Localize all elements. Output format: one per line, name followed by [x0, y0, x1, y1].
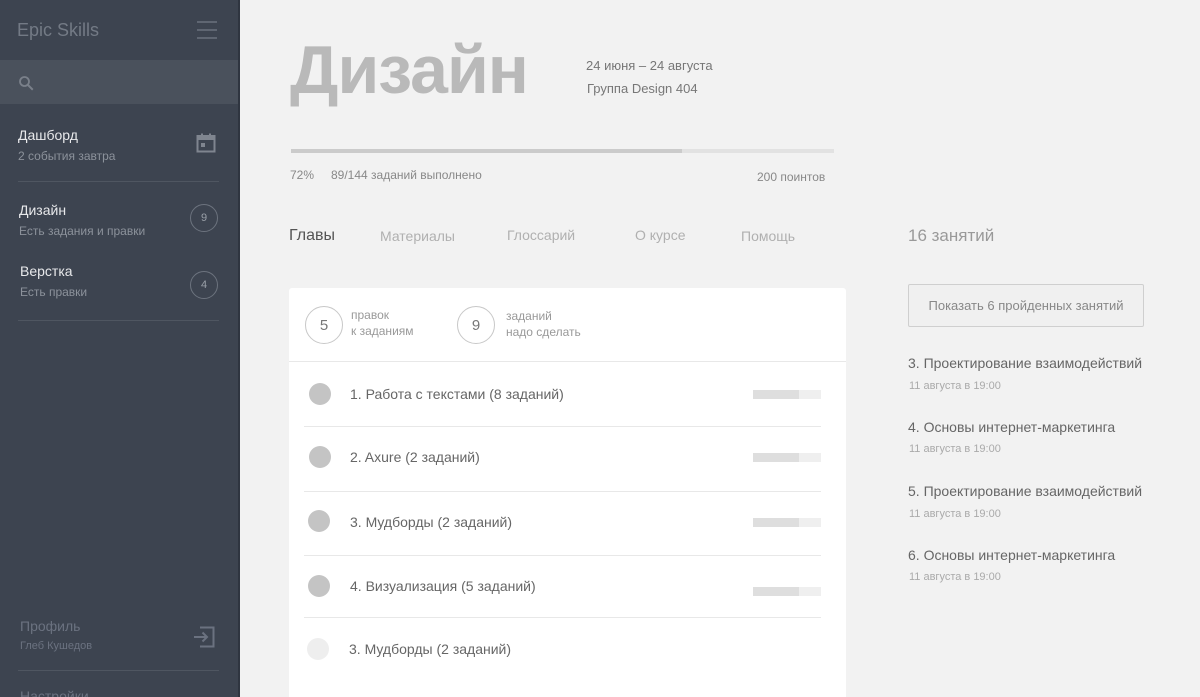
- lessons-count: 16 занятий: [908, 226, 995, 245]
- calendar-icon[interactable]: [196, 133, 216, 153]
- settings-link[interactable]: Настройки: [20, 688, 89, 697]
- chapter-row[interactable]: 4. Визуализация (5 заданий): [289, 556, 846, 620]
- chapter-row[interactable]: 1. Работа с текстами (8 заданий): [289, 362, 846, 426]
- divider: [18, 320, 219, 321]
- chapters-card: 5 правок к заданиям 9 заданий надо сдела…: [289, 288, 846, 697]
- tab-about[interactable]: О курсе: [635, 227, 685, 243]
- chapter-title: 3. Мудборды (2 заданий): [350, 514, 513, 530]
- chapter-status-icon: [308, 575, 330, 597]
- chapter-status-icon: [307, 638, 329, 660]
- stat-label: правок: [351, 308, 390, 322]
- tab-chapters[interactable]: Главы: [289, 227, 335, 245]
- sidebar-item-subtitle: 2 события завтра: [18, 149, 116, 163]
- sidebar-item-title: Дашборд: [18, 127, 78, 143]
- brand-logo: Epic Skills: [17, 20, 100, 40]
- progress-percent: 72%: [290, 168, 315, 182]
- chapter-title: 1. Работа с текстами (8 заданий): [350, 386, 564, 402]
- course-dates: 24 июня – 24 августа: [586, 58, 713, 73]
- lesson-title[interactable]: 6. Основы интернет-маркетинга: [908, 547, 1115, 563]
- chapter-status-icon: [308, 510, 330, 532]
- profile-link[interactable]: Профиль: [20, 618, 80, 634]
- show-completed-button[interactable]: Показать 6 пройденных занятий: [908, 284, 1144, 327]
- sidebar-item-title: Дизайн: [19, 202, 67, 218]
- chapter-progress: [753, 390, 821, 399]
- points: 200 поинтов: [757, 170, 826, 184]
- chapter-progress: [753, 518, 821, 527]
- chapter-progress-fill: [753, 390, 800, 399]
- sidebar: Epic Skills Дашборд 2 события завтра Диз…: [0, 0, 238, 697]
- divider: [18, 670, 219, 671]
- chapter-row[interactable]: 3. Мудборды (2 заданий): [289, 492, 846, 556]
- sidebar-item-subtitle: Есть задания и правки: [19, 224, 146, 238]
- lesson-title[interactable]: 5. Проектирование взаимодействий: [908, 483, 1142, 499]
- chapter-status-icon: [309, 446, 331, 468]
- badge-count: 4: [190, 271, 218, 299]
- lesson-time: 11 августа в 19:00: [909, 443, 1001, 455]
- course-progress-fill: [291, 149, 682, 153]
- sidebar-edge: [238, 0, 240, 697]
- stat-label: заданий: [506, 309, 552, 323]
- course-progress-bar: [291, 149, 834, 153]
- lesson-title[interactable]: 3. Проектирование взаимодействий: [908, 355, 1142, 371]
- lesson-time: 11 августа в 19:00: [909, 380, 1001, 392]
- chapter-title: 4. Визуализация (5 заданий): [350, 578, 536, 594]
- logout-icon[interactable]: [193, 626, 215, 648]
- tab-materials[interactable]: Материалы: [380, 228, 455, 244]
- search-icon: [19, 76, 34, 91]
- chapter-progress-fill: [753, 518, 800, 527]
- stat-label: надо сделать: [506, 325, 581, 339]
- chapter-progress: [753, 453, 821, 462]
- menu-icon[interactable]: [197, 20, 217, 40]
- chapter-row[interactable]: 3. Мудборды (2 заданий): [289, 618, 846, 682]
- chapter-title: 2. Axure (2 заданий): [350, 449, 480, 465]
- chapter-progress: [753, 587, 821, 596]
- search-input[interactable]: [44, 60, 234, 104]
- tasks-done: 89/144 заданий выполнено: [331, 168, 482, 182]
- lesson-title[interactable]: 4. Основы интернет-маркетинга: [908, 419, 1115, 435]
- chapter-title: 3. Мудборды (2 заданий): [349, 641, 512, 657]
- sidebar-item-layout[interactable]: Верстка Есть правки 4: [0, 256, 238, 306]
- chapter-status-icon: [309, 383, 331, 405]
- badge-count: 9: [190, 204, 218, 232]
- divider: [18, 181, 219, 182]
- stat-count: 9: [457, 306, 495, 344]
- lesson-time: 11 августа в 19:00: [909, 508, 1001, 520]
- chapter-row[interactable]: 2. Axure (2 заданий): [289, 427, 846, 491]
- sidebar-item-title: Верстка: [20, 263, 73, 279]
- profile-name: Глеб Кушедов: [20, 640, 93, 652]
- stat-count: 5: [305, 306, 343, 344]
- page-title: Дизайн: [290, 32, 529, 108]
- stat-label: к заданиям: [351, 324, 414, 338]
- chapter-progress-fill: [753, 453, 800, 462]
- course-group: Группа Design 404: [587, 81, 698, 96]
- sidebar-item-design[interactable]: Дизайн Есть задания и правки 9: [0, 195, 238, 245]
- lesson-time: 11 августа в 19:00: [909, 571, 1001, 583]
- tab-glossary[interactable]: Глоссарий: [507, 227, 575, 243]
- sidebar-item-subtitle: Есть правки: [20, 285, 88, 299]
- chapter-progress-fill: [753, 587, 800, 596]
- tab-help[interactable]: Помощь: [741, 228, 795, 244]
